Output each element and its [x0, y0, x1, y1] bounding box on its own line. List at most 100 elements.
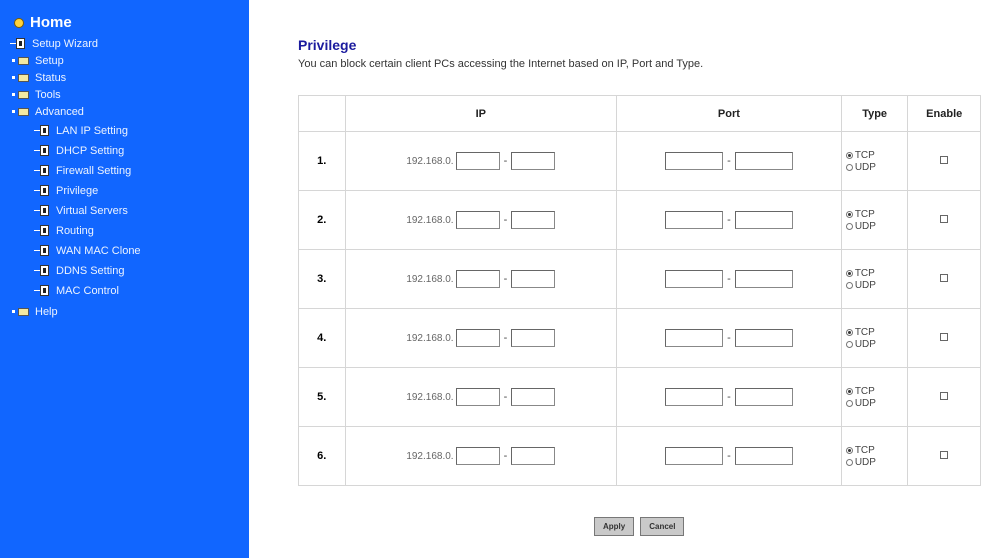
ip-end-input[interactable] — [511, 447, 556, 465]
cancel-button[interactable]: Cancel — [640, 517, 685, 536]
apply-button[interactable]: Apply — [594, 517, 635, 536]
tcp-radio[interactable] — [845, 210, 853, 218]
range-dash: - — [727, 273, 731, 285]
ip-start-input[interactable] — [455, 329, 500, 347]
port-start-input[interactable] — [665, 329, 724, 347]
port-start-input[interactable] — [665, 388, 724, 406]
enable-checkbox[interactable] — [940, 215, 949, 223]
enable-checkbox[interactable] — [940, 156, 949, 164]
port-cell: - — [616, 249, 842, 309]
sidebar-item[interactable]: Privilege — [34, 183, 98, 199]
udp-option[interactable]: UDP — [842, 220, 908, 232]
port-start-input[interactable] — [665, 211, 724, 229]
udp-radio[interactable] — [845, 163, 853, 171]
sidebar-item[interactable]: LAN IP Setting — [34, 123, 128, 139]
home-bullet-icon — [14, 17, 24, 28]
sidebar-item-label: Status — [35, 72, 67, 84]
port-start-input[interactable] — [665, 447, 724, 465]
tcp-radio[interactable] — [845, 151, 853, 159]
sidebar: Home Setup Wizard Setup Status Tools Advance… — [0, 0, 249, 558]
sidebar-item[interactable]: Firewall Setting — [34, 163, 131, 179]
ip-start-input[interactable] — [455, 447, 500, 465]
ip-start-input[interactable] — [455, 270, 500, 288]
udp-radio[interactable] — [845, 222, 853, 230]
tcp-radio[interactable] — [845, 269, 853, 277]
sidebar-item[interactable]: Status — [12, 70, 66, 86]
udp-option[interactable]: UDP — [842, 279, 908, 291]
udp-option[interactable]: UDP — [842, 397, 908, 409]
port-cell: - — [616, 426, 842, 486]
ip-end-input[interactable] — [511, 329, 556, 347]
port-end-input[interactable] — [734, 270, 793, 288]
tcp-option[interactable]: TCP — [842, 267, 908, 279]
tcp-radio[interactable] — [845, 387, 853, 395]
port-end-input[interactable] — [734, 388, 793, 406]
enable-cell — [907, 131, 981, 191]
type-cell: TCP UDP — [840, 426, 909, 486]
sidebar-item-label: WAN MAC Clone — [56, 245, 141, 257]
page-icon — [34, 245, 50, 257]
ip-end-input[interactable] — [511, 211, 556, 229]
udp-label: UDP — [854, 279, 876, 291]
enable-checkbox[interactable] — [940, 392, 949, 400]
sidebar-item[interactable]: WAN MAC Clone — [34, 243, 141, 259]
ip-end-input[interactable] — [511, 152, 556, 170]
tcp-radio[interactable] — [845, 446, 853, 454]
udp-option[interactable]: UDP — [842, 338, 908, 350]
tcp-option[interactable]: TCP — [842, 149, 908, 161]
port-end-input[interactable] — [734, 447, 793, 465]
sidebar-item[interactable]: Help — [12, 304, 58, 320]
sidebar-item[interactable]: DHCP Setting — [34, 143, 124, 159]
ip-start-input[interactable] — [455, 152, 500, 170]
ip-start-input[interactable] — [455, 211, 500, 229]
table-header-row: IP Port Type Enable — [298, 95, 981, 132]
type-cell: TCP UDP — [840, 131, 909, 191]
home-link[interactable]: Home — [14, 14, 72, 31]
udp-radio[interactable] — [845, 458, 853, 466]
sidebar-item[interactable]: Virtual Servers — [34, 203, 128, 219]
udp-radio[interactable] — [845, 399, 853, 407]
port-end-input[interactable] — [734, 152, 793, 170]
udp-radio[interactable] — [845, 340, 853, 348]
ip-prefix: 192.168.0. — [406, 391, 454, 403]
enable-checkbox[interactable] — [940, 451, 949, 459]
tcp-option[interactable]: TCP — [842, 208, 908, 220]
port-end-input[interactable] — [734, 211, 793, 229]
enable-checkbox[interactable] — [940, 274, 949, 282]
port-start-input[interactable] — [665, 270, 724, 288]
ip-prefix: 192.168.0. — [406, 273, 454, 285]
tcp-radio[interactable] — [845, 328, 853, 336]
ip-start-input[interactable] — [455, 388, 500, 406]
sidebar-item[interactable]: Tools — [12, 87, 61, 103]
sidebar-item-label: Setup Wizard — [32, 38, 99, 50]
udp-radio[interactable] — [845, 281, 853, 289]
ip-end-input[interactable] — [511, 270, 556, 288]
udp-option[interactable]: UDP — [842, 161, 908, 173]
udp-option[interactable]: UDP — [842, 456, 908, 468]
sidebar-item[interactable]: Setup Wizard — [10, 36, 99, 52]
udp-label: UDP — [854, 338, 876, 350]
ip-end-input[interactable] — [511, 388, 556, 406]
sidebar-item[interactable]: DDNS Setting — [34, 263, 124, 279]
port-end-input[interactable] — [734, 329, 793, 347]
row-number: 5. — [298, 367, 346, 427]
tcp-option[interactable]: TCP — [842, 326, 908, 338]
sidebar-item[interactable]: MAC Control — [34, 283, 119, 299]
table-row: 5. 192.168.0. - - TCP UDP — [298, 367, 981, 427]
sidebar-item[interactable]: Routing — [34, 223, 94, 239]
sidebar-item[interactable]: Setup — [12, 53, 64, 69]
row-number: 1. — [298, 131, 346, 191]
port-cell: - — [616, 190, 842, 250]
folder-icon — [12, 73, 30, 83]
enable-cell — [907, 249, 981, 309]
ip-cell: 192.168.0. - — [344, 367, 618, 427]
page-icon — [34, 165, 50, 177]
enable-checkbox[interactable] — [940, 333, 949, 341]
folder-icon — [12, 90, 30, 100]
range-dash: - — [727, 450, 731, 462]
port-start-input[interactable] — [665, 152, 724, 170]
tcp-option[interactable]: TCP — [842, 385, 908, 397]
range-dash: - — [727, 214, 731, 226]
tcp-option[interactable]: TCP — [842, 444, 908, 456]
sidebar-item[interactable]: Advanced — [12, 104, 84, 120]
